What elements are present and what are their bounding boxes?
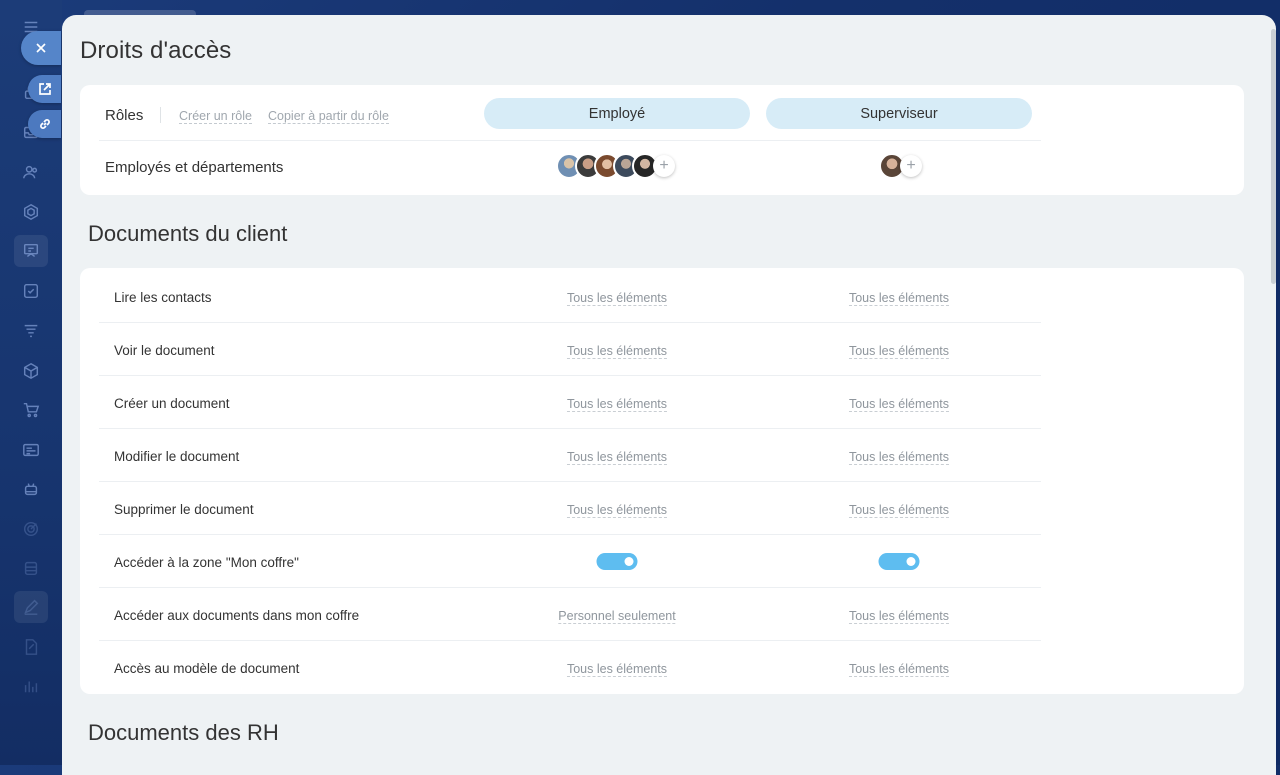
permission-row: Accéder aux documents dans mon coffre Pe… — [99, 588, 1041, 641]
panel-scrollbar[interactable] — [1271, 29, 1276, 284]
presentation-icon[interactable] — [21, 241, 41, 261]
target-icon[interactable] — [21, 519, 41, 539]
sign-document-icon[interactable] — [21, 597, 41, 617]
permission-label: Accès au modèle de document — [114, 661, 300, 676]
hexagon-icon[interactable] — [21, 202, 41, 222]
employees-departments-label: Employés et départements — [105, 159, 284, 176]
section-title-client-documents: Documents du client — [88, 221, 288, 246]
permission-row: Créer un document Tous les éléments Tous… — [99, 376, 1041, 429]
permission-label: Supprimer le document — [114, 502, 254, 517]
permission-label: Accéder à la zone "Mon coffre" — [114, 555, 299, 570]
document-edit-icon[interactable] — [21, 637, 41, 657]
permission-value-employe[interactable]: Personnel seulement — [558, 609, 676, 624]
contacts-icon[interactable] — [21, 162, 41, 182]
permission-label: Accéder aux documents dans mon coffre — [114, 608, 360, 623]
filter-icon[interactable] — [21, 321, 41, 341]
permission-toggle-employe[interactable] — [596, 553, 638, 570]
permission-row: Voir le document Tous les éléments Tous … — [99, 323, 1041, 376]
toggle-knob — [906, 557, 916, 566]
open-in-new-window-button[interactable] — [28, 75, 61, 103]
permission-value-superviseur[interactable]: Tous les éléments — [848, 344, 950, 359]
add-member-button[interactable]: + — [653, 155, 675, 177]
permission-label: Voir le document — [114, 343, 215, 358]
role-column-superviseur[interactable]: Superviseur — [766, 98, 1032, 129]
permission-row: Modifier le document Tous les éléments T… — [99, 429, 1041, 482]
add-member-button[interactable]: + — [900, 155, 922, 177]
cart-icon[interactable] — [21, 400, 41, 420]
permission-row: Accéder à la zone "Mon coffre" — [99, 535, 1041, 588]
external-link-icon — [38, 83, 51, 95]
box-icon[interactable] — [21, 361, 41, 381]
permission-row: Accès au modèle de document Tous les élé… — [99, 641, 1041, 693]
robot-icon[interactable] — [21, 479, 41, 499]
link-icon — [39, 119, 50, 129]
permission-value-employe[interactable]: Tous les éléments — [566, 291, 668, 306]
permission-value-employe[interactable]: Tous les éléments — [566, 450, 668, 465]
close-slider-button[interactable] — [21, 31, 61, 65]
analytics-icon[interactable] — [21, 676, 41, 696]
permission-label: Lire les contacts — [114, 290, 212, 305]
access-rights-panel: Droits d'accès Rôles Créer un rôle Copie… — [62, 15, 1276, 775]
permission-label: Créer un document — [114, 396, 230, 411]
permission-row: Lire les contacts Tous les éléments Tous… — [99, 270, 1041, 323]
roles-divider — [99, 140, 1041, 141]
permission-value-superviseur[interactable]: Tous les éléments — [848, 450, 950, 465]
role-column-employe[interactable]: Employé — [484, 98, 750, 129]
close-icon — [36, 43, 46, 53]
task-check-icon[interactable] — [21, 281, 41, 301]
permission-value-superviseur[interactable]: Tous les éléments — [848, 609, 950, 624]
roles-card: Rôles Créer un rôle Copier à partir du r… — [80, 85, 1244, 195]
copy-from-role-link[interactable]: Copier à partir du rôle — [268, 109, 389, 124]
create-role-link[interactable]: Créer un rôle — [179, 109, 252, 124]
card-icon[interactable] — [21, 440, 41, 460]
permission-value-employe[interactable]: Tous les éléments — [566, 662, 668, 677]
permission-value-employe[interactable]: Tous les éléments — [566, 344, 668, 359]
client-documents-permissions-card: Lire les contacts Tous les éléments Tous… — [80, 268, 1244, 694]
permission-value-superviseur[interactable]: Tous les éléments — [848, 291, 950, 306]
permission-value-superviseur[interactable]: Tous les éléments — [848, 397, 950, 412]
employe-members: + — [556, 153, 675, 179]
roles-separator — [160, 107, 161, 123]
permission-toggle-superviseur[interactable] — [878, 553, 920, 570]
permission-value-superviseur[interactable]: Tous les éléments — [848, 662, 950, 677]
roles-label: Rôles — [105, 107, 144, 124]
page-title: Droits d'accès — [80, 37, 232, 64]
database-icon[interactable] — [21, 558, 41, 578]
permission-value-superviseur[interactable]: Tous les éléments — [848, 503, 950, 518]
permission-value-employe[interactable]: Tous les éléments — [566, 397, 668, 412]
permission-label: Modifier le document — [114, 449, 240, 464]
permission-value-employe[interactable]: Tous les éléments — [566, 503, 668, 518]
copy-link-button[interactable] — [28, 110, 61, 138]
toggle-knob — [624, 557, 634, 566]
superviseur-members: + — [879, 153, 922, 179]
section-title-hr-documents: Documents des RH — [88, 720, 279, 745]
permission-row: Supprimer le document Tous les éléments … — [99, 482, 1041, 535]
